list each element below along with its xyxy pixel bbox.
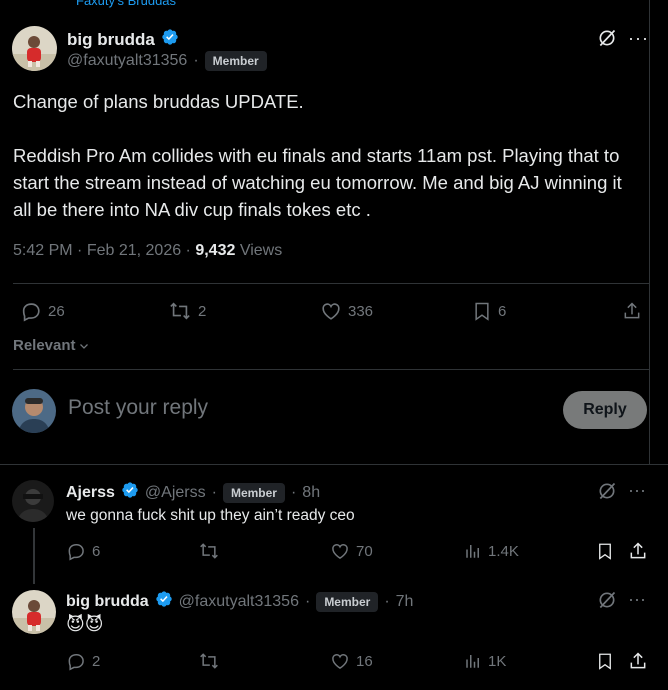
- sort-label: Relevant: [13, 337, 76, 354]
- post-time[interactable]: 5:42 PM: [13, 242, 73, 259]
- bookmark-action[interactable]: 6: [472, 300, 506, 322]
- reply-count: 26: [48, 302, 65, 320]
- bookmark-icon[interactable]: [596, 651, 614, 671]
- separator-dot: ·: [304, 592, 311, 610]
- verified-badge-icon: [155, 590, 173, 613]
- separator-dot: ·: [193, 52, 199, 69]
- more-options-icon[interactable]: ···: [628, 28, 649, 49]
- reply-action[interactable]: 26: [20, 300, 65, 322]
- grok-icon[interactable]: [597, 481, 617, 501]
- verified-badge-icon: [121, 481, 139, 504]
- like-count: 16: [356, 652, 373, 670]
- divider: [13, 369, 649, 370]
- share-icon[interactable]: [622, 300, 642, 322]
- reply-author-handle[interactable]: @Ajerss: [145, 484, 206, 502]
- separator-dot: ·: [211, 483, 217, 501]
- views-count: 9,432: [195, 242, 236, 259]
- views-action[interactable]: 1.4K: [464, 541, 519, 561]
- separator-dot: ·: [290, 483, 297, 501]
- reply-text: 😈😈: [66, 614, 104, 634]
- separator-dot: ·: [384, 592, 390, 610]
- repost-action[interactable]: 2: [168, 300, 206, 322]
- bookmark-icon[interactable]: [596, 541, 614, 561]
- post-date[interactable]: Feb 21, 2026: [87, 242, 181, 259]
- reply-action[interactable]: 6: [66, 541, 100, 561]
- share-icon[interactable]: [628, 541, 648, 561]
- like-action[interactable]: 336: [320, 300, 373, 322]
- reply-author-handle[interactable]: @faxutyalt31356: [179, 593, 299, 611]
- reply-author-name[interactable]: Ajerss: [66, 484, 115, 502]
- author-name[interactable]: big brudda: [67, 30, 155, 50]
- divider: [13, 283, 649, 284]
- reply-time[interactable]: 7h: [396, 593, 414, 611]
- post-meta: 5:42 PM · Feb 21, 2026 · 9,432 Views: [13, 242, 283, 259]
- post-text-para2: Reddish Pro Am collides with eu finals a…: [13, 145, 622, 220]
- post-text-line1: Change of plans bruddas UPDATE.: [13, 91, 304, 112]
- sort-dropdown[interactable]: Relevant: [13, 337, 90, 354]
- my-avatar[interactable]: [12, 389, 56, 433]
- like-action[interactable]: 16: [330, 651, 373, 671]
- reply-button[interactable]: Reply: [563, 391, 647, 429]
- views-count: 1.4K: [488, 542, 519, 560]
- chevron-down-icon: [79, 343, 88, 349]
- repost-action[interactable]: [198, 541, 220, 561]
- like-count: 70: [356, 542, 373, 560]
- author-avatar[interactable]: [12, 26, 57, 71]
- views-label: Views: [239, 242, 283, 259]
- reply-text: we gonna fuck shit up they ain’t ready c…: [66, 507, 355, 524]
- repost-count: 2: [198, 302, 207, 320]
- member-badge: Member: [222, 482, 285, 503]
- bookmark-count: 6: [498, 302, 507, 320]
- like-count: 336: [348, 302, 374, 320]
- main-post: big brudda @faxutyalt31356 · Member ··· …: [0, 0, 650, 464]
- post-body: Change of plans bruddas UPDATE. Reddish …: [13, 88, 643, 250]
- reply-count: 2: [92, 652, 101, 670]
- share-icon[interactable]: [628, 651, 648, 671]
- reply-input[interactable]: Post your reply: [68, 396, 208, 420]
- views-count: 1K: [488, 652, 507, 670]
- divider: [0, 464, 668, 465]
- author-handle[interactable]: @faxutyalt31356: [67, 52, 187, 70]
- like-action[interactable]: 70: [330, 541, 373, 561]
- views-action[interactable]: 1K: [464, 651, 506, 671]
- repost-action[interactable]: [198, 651, 220, 671]
- member-badge: Member: [204, 51, 267, 71]
- reply-action[interactable]: 2: [66, 651, 100, 671]
- more-options-icon[interactable]: ···: [628, 589, 646, 610]
- reply-avatar[interactable]: [12, 480, 54, 522]
- grok-icon[interactable]: [597, 28, 617, 48]
- verified-badge-icon: [161, 28, 179, 51]
- more-options-icon[interactable]: ···: [628, 480, 646, 501]
- member-badge: Member: [316, 591, 379, 612]
- thread-connector: [33, 528, 35, 584]
- reply-author-name[interactable]: big brudda: [66, 593, 149, 611]
- reply-count: 6: [92, 542, 101, 560]
- reply-avatar[interactable]: [12, 590, 56, 634]
- reply-time[interactable]: 8h: [302, 484, 320, 502]
- grok-icon[interactable]: [597, 590, 617, 610]
